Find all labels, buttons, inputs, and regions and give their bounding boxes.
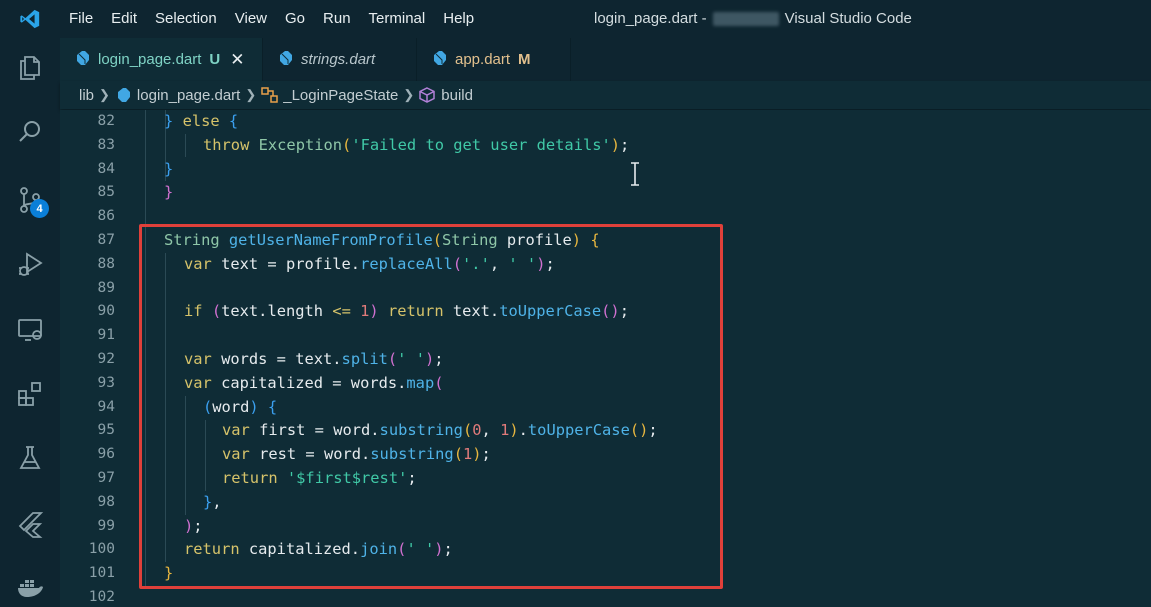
menu-go[interactable]: Go: [276, 0, 314, 38]
highlight-annotation-box: [139, 224, 723, 589]
menu-terminal[interactable]: Terminal: [360, 0, 435, 38]
code-line: } else {: [164, 112, 239, 130]
breadcrumb-folder[interactable]: lib: [79, 87, 94, 104]
remote-explorer-icon[interactable]: [14, 314, 46, 346]
menu-view[interactable]: View: [226, 0, 276, 38]
title-bar: File Edit Selection View Go Run Terminal…: [0, 0, 1151, 38]
line-number: 95: [97, 422, 115, 439]
breadcrumb-method[interactable]: build: [419, 87, 473, 104]
close-icon[interactable]: ✕: [230, 50, 244, 70]
line-number: 94: [97, 398, 115, 415]
window-title-prefix: login_page.dart -: [594, 10, 707, 27]
line-number: 83: [97, 136, 115, 153]
modified-indicator: M: [518, 51, 531, 68]
code-line: throw Exception('Failed to get user deta…: [203, 135, 630, 154]
breadcrumb-file[interactable]: login_page.dart: [115, 87, 240, 104]
window-title-suffix: Visual Studio Code: [784, 10, 912, 27]
tab-strings[interactable]: strings.dart: [263, 38, 417, 81]
source-control-badge: 4: [30, 199, 49, 218]
menu-run[interactable]: Run: [314, 0, 360, 38]
line-number: 100: [88, 541, 115, 558]
breadcrumb: lib ❯ login_page.dart ❯ _LoginPageState …: [60, 81, 1151, 109]
dart-file-icon: [74, 50, 90, 70]
breadcrumb-method-label: build: [441, 86, 473, 104]
dart-file-icon: [431, 50, 447, 70]
extensions-icon[interactable]: [14, 378, 46, 410]
code-line: }: [164, 183, 174, 202]
menu-selection[interactable]: Selection: [146, 0, 226, 38]
line-number: 99: [97, 517, 115, 534]
tab-label: login_page.dart: [98, 51, 202, 68]
tab-login-page[interactable]: login_page.dart U ✕: [60, 38, 263, 81]
vscode-logo-icon: [0, 0, 60, 38]
explorer-icon[interactable]: [14, 52, 46, 84]
line-number: 84: [97, 160, 115, 177]
search-icon[interactable]: [14, 116, 46, 148]
line-number: 92: [97, 351, 115, 367]
line-number: 98: [97, 493, 115, 510]
line-number: 90: [97, 303, 115, 320]
line-number: 93: [97, 374, 115, 391]
code-line: }: [164, 159, 174, 178]
line-number: 87: [97, 232, 115, 248]
menu-edit[interactable]: Edit: [102, 0, 146, 38]
dart-file-icon: [277, 50, 293, 70]
chevron-right-icon: ❯: [403, 87, 415, 102]
text-cursor-icon: [629, 162, 641, 186]
indent-guide: [185, 134, 186, 157]
line-number: 89: [97, 279, 115, 296]
line-number: 88: [97, 255, 115, 272]
class-symbol-icon: [261, 87, 279, 103]
breadcrumb-class-label: _LoginPageState: [283, 86, 399, 104]
line-number: 85: [97, 184, 115, 201]
breadcrumb-file-label: login_page.dart: [136, 86, 241, 104]
testing-icon[interactable]: [14, 442, 46, 474]
line-number: 82: [97, 113, 115, 129]
breadcrumb-class[interactable]: _LoginPageState: [261, 87, 398, 104]
chevron-right-icon: ❯: [245, 87, 257, 102]
line-number: 86: [97, 208, 115, 225]
window-title: login_page.dart - Visual Studio Code: [594, 0, 912, 38]
untracked-indicator: U: [209, 51, 221, 68]
line-number: 96: [97, 446, 115, 463]
docker-icon[interactable]: [14, 570, 46, 602]
menu-bar: File Edit Selection View Go Run Terminal…: [60, 0, 483, 38]
line-number: 102: [88, 589, 115, 605]
tab-app[interactable]: app.dart M: [417, 38, 571, 81]
flutter-icon[interactable]: [14, 508, 46, 540]
tab-label: app.dart: [455, 51, 511, 68]
line-number: 91: [97, 327, 115, 344]
code-editor[interactable]: 82 83 84 85 86 87 88 89 90 91 92 93 94 9…: [60, 110, 1151, 607]
tab-label: strings.dart: [301, 51, 376, 68]
redacted-project-name: [712, 12, 779, 26]
dart-file-icon: [115, 87, 131, 103]
method-symbol-icon: [419, 87, 436, 103]
activity-bar: 4: [0, 38, 60, 607]
line-number: 101: [88, 565, 115, 582]
chevron-right-icon: ❯: [99, 87, 110, 102]
line-number: 97: [97, 470, 115, 486]
editor-tab-bar: login_page.dart U ✕ strings.dart app.dar…: [60, 38, 1151, 81]
menu-file[interactable]: File: [60, 0, 102, 38]
run-debug-icon[interactable]: [14, 248, 46, 280]
menu-help[interactable]: Help: [434, 0, 483, 38]
